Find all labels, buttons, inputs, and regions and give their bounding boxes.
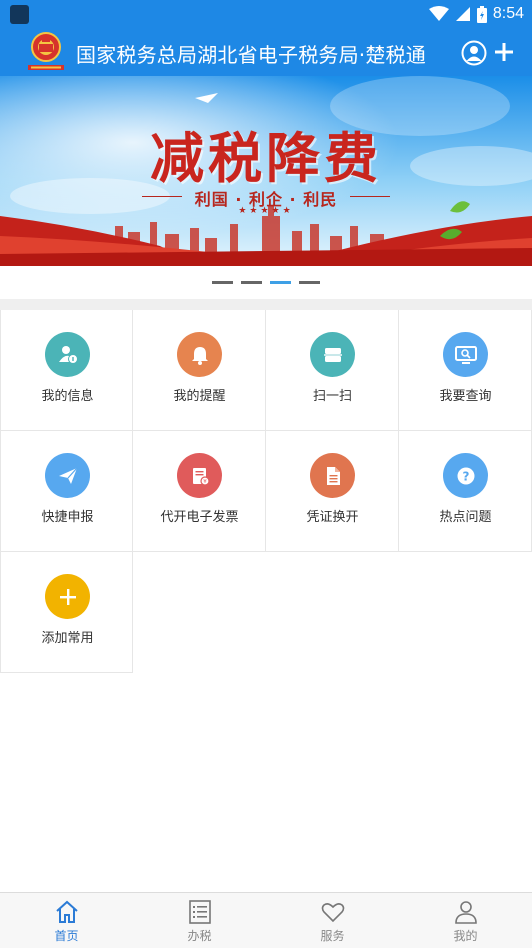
plus-icon[interactable] — [494, 40, 514, 64]
promo-banner[interactable]: 减税降费 利国 · 利企 · 利民 ★★★★★ — [0, 76, 532, 266]
document-icon — [310, 453, 355, 498]
carousel-dot[interactable] — [299, 280, 320, 284]
grid-item-hot-questions[interactable]: ? 热点问题 — [399, 431, 532, 552]
monitor-search-icon — [443, 332, 488, 377]
status-indicators: 8:54 — [428, 3, 524, 25]
person-info-icon — [45, 332, 90, 377]
scan-icon — [310, 332, 355, 377]
svg-text:¥: ¥ — [203, 479, 207, 485]
carousel-dot[interactable] — [212, 280, 233, 284]
nav-label: 服务 — [320, 929, 345, 943]
status-bar: 8:54 — [0, 0, 532, 28]
nav-label: 首页 — [54, 929, 79, 943]
grid-item-label: 我要查询 — [439, 389, 492, 404]
home-icon — [56, 900, 78, 923]
grid-item-scan[interactable]: 扫一扫 — [266, 310, 399, 431]
plus-icon — [45, 574, 90, 619]
nav-tax[interactable]: 办税 — [133, 893, 266, 948]
grid-item-my-reminders[interactable]: 我的提醒 — [133, 310, 266, 431]
bell-icon — [177, 332, 222, 377]
carousel-dot-active[interactable] — [270, 280, 291, 284]
grid-item-label: 凭证换开 — [306, 510, 359, 525]
app-header: 国家税务总局湖北省电子税务局·楚税通 — [0, 28, 532, 76]
grid-item-label: 扫一扫 — [312, 389, 352, 404]
grid-item-label: 我的提醒 — [173, 389, 226, 404]
grid-item-quick-declare[interactable]: 快捷申报 — [0, 431, 133, 552]
section-divider — [0, 299, 532, 310]
nav-mine[interactable]: 我的 — [399, 893, 532, 948]
grid-item-query[interactable]: 我要查询 — [399, 310, 532, 431]
user-circle-icon[interactable] — [461, 40, 487, 66]
nav-label: 我的 — [453, 929, 478, 943]
page-title: 国家税务总局湖北省电子税务局·楚税通 — [76, 43, 426, 67]
grid-item-add-favorite[interactable]: 添加常用 — [0, 552, 133, 673]
heart-icon — [321, 903, 345, 923]
svg-text:?: ? — [462, 469, 469, 483]
nav-service[interactable]: 服务 — [266, 893, 399, 948]
banner-title: 减税降费 — [150, 126, 382, 190]
app-notification-icon — [10, 5, 29, 24]
question-icon: ? — [443, 453, 488, 498]
bottom-nav: 首页 办税 服务 我的 — [0, 892, 532, 948]
grid-item-my-info[interactable]: 我的信息 — [0, 310, 133, 431]
grid-item-e-invoice[interactable]: ¥ 代开电子发票 — [133, 431, 266, 552]
nav-label: 办税 — [187, 929, 212, 943]
signal-icon — [455, 7, 470, 21]
grid-item-label: 代开电子发票 — [160, 510, 239, 525]
tax-emblem-icon — [28, 32, 64, 70]
grid-item-label: 快捷申报 — [41, 510, 94, 525]
banner-stars: ★★★★★ — [238, 206, 294, 216]
grid-item-voucher-exchange[interactable]: 凭证换开 — [266, 431, 399, 552]
carousel-dot[interactable] — [241, 280, 262, 284]
carousel-indicator — [0, 266, 532, 298]
grid-item-label: 热点问题 — [439, 510, 492, 525]
invoice-icon: ¥ — [177, 453, 222, 498]
person-icon — [455, 901, 477, 924]
status-time: 8:54 — [492, 5, 524, 22]
nav-home[interactable]: 首页 — [0, 893, 133, 948]
list-icon — [189, 900, 211, 924]
battery-icon — [476, 5, 487, 23]
paper-plane-icon — [45, 453, 90, 498]
wifi-icon — [428, 6, 449, 21]
grid-item-label: 添加常用 — [41, 631, 94, 646]
grid-item-label: 我的信息 — [41, 389, 94, 404]
